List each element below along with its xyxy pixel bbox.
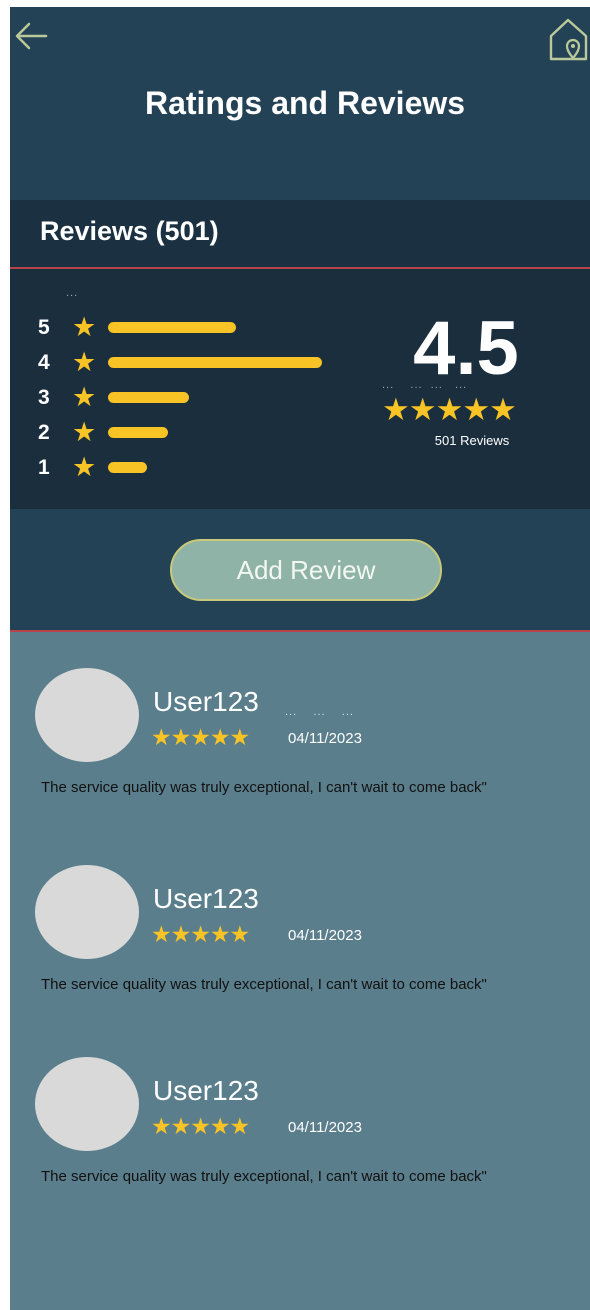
reviewer-name[interactable]: User123 [153, 1075, 259, 1107]
star-icon: ★ [72, 452, 97, 482]
rating-bar [108, 322, 236, 333]
review-card: User123 ★★★★★ 04/11/2023 The service qua… [10, 865, 590, 1045]
rating-summary: ... 5 ★ 4 ★ 3 ★ 2 ★ 1 ★ ... ... ... ... [10, 269, 590, 509]
avatar[interactable] [35, 668, 139, 762]
add-review-section: Add Review [10, 509, 590, 632]
rating-bar [108, 462, 147, 473]
review-text: The service quality was truly exceptiona… [41, 976, 487, 993]
arrow-left-icon [15, 22, 48, 50]
reviewer-name[interactable]: User123 [153, 686, 259, 718]
placeholder-dots: ... ... ... [285, 706, 354, 718]
review-text: The service quality was truly exceptiona… [41, 779, 487, 796]
home-location-button[interactable] [546, 12, 590, 64]
reviewer-name[interactable]: User123 [153, 883, 259, 915]
total-reviews-count: 501 Reviews [434, 433, 510, 448]
rating-bar [108, 357, 322, 368]
page-title: Ratings and Reviews [144, 85, 466, 121]
star-icon: ★ [72, 382, 97, 412]
reviews-count-bar: Reviews (501) [10, 200, 590, 269]
rating-row-number: 2 [38, 421, 50, 444]
back-button[interactable] [12, 19, 50, 53]
review-card: User123 ★★★★★ 04/11/2023 The service qua… [10, 1057, 590, 1237]
star-icon: ★ [72, 347, 97, 377]
review-stars: ★★★★★ [151, 921, 250, 947]
avatar[interactable] [35, 1057, 139, 1151]
review-date: 04/11/2023 [288, 730, 362, 747]
rating-row-number: 5 [38, 316, 50, 339]
star-icon: ★ [72, 417, 97, 447]
rating-bar [108, 392, 189, 403]
review-stars: ★★★★★ [151, 1113, 250, 1139]
header: Ratings and Reviews [10, 7, 590, 200]
rating-bar [108, 427, 168, 438]
review-card: User123 ... ... ... ★★★★★ 04/11/2023 The… [10, 668, 590, 848]
avatar[interactable] [35, 865, 139, 959]
reviews-count-label: Reviews (501) [40, 216, 219, 246]
ratings-screen: Ratings and Reviews Reviews (501) ... 5 … [10, 7, 590, 1310]
review-text: The service quality was truly exceptiona… [41, 1168, 487, 1185]
star-icon: ★ [72, 312, 97, 342]
rating-row-number: 4 [38, 351, 50, 374]
add-review-button[interactable]: Add Review [170, 539, 442, 601]
rating-row-number: 3 [38, 386, 50, 409]
review-date: 04/11/2023 [288, 1119, 362, 1136]
average-rating: 4.5 [413, 306, 519, 391]
placeholder-dots: ... [66, 287, 79, 299]
average-stars: ★★★★★ [382, 392, 517, 427]
review-stars: ★★★★★ [151, 724, 250, 750]
rating-row-number: 1 [38, 456, 50, 479]
review-date: 04/11/2023 [288, 927, 362, 944]
home-location-icon [549, 18, 588, 61]
